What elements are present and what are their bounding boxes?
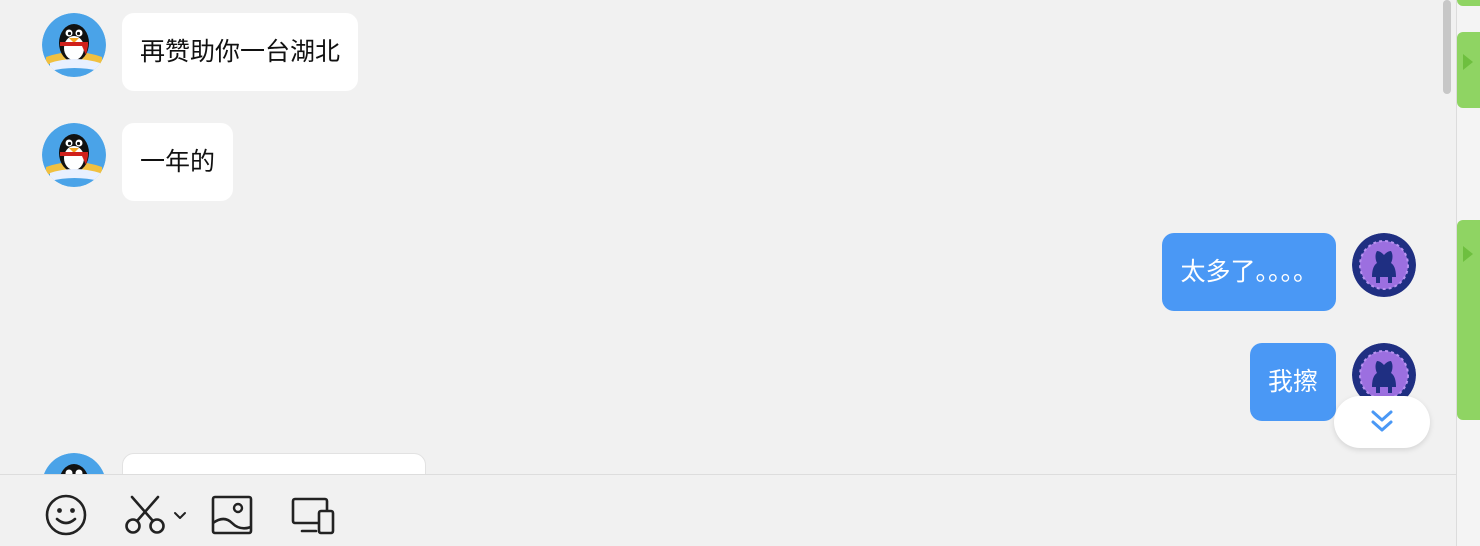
side-panel-edge	[1456, 0, 1480, 546]
expand-arrow-icon	[1463, 246, 1473, 262]
side-tab[interactable]	[1457, 220, 1480, 420]
qq-penguin-avatar[interactable]	[42, 453, 106, 474]
side-tab[interactable]	[1457, 0, 1480, 6]
side-tab[interactable]	[1457, 32, 1480, 108]
message-outgoing: 太多了。。。。	[1162, 233, 1416, 311]
github-octocat-avatar[interactable]	[1352, 233, 1416, 297]
screen-share-button[interactable]	[290, 493, 336, 537]
emoji-button[interactable]	[44, 493, 88, 537]
jump-to-latest-button[interactable]	[1334, 396, 1430, 448]
message-bubble[interactable]: 我擦	[1249, 343, 1336, 421]
devices-icon	[291, 497, 335, 535]
double-chevron-down-icon	[1371, 410, 1393, 432]
qq-penguin-avatar[interactable]	[42, 123, 106, 187]
smiley-icon	[45, 494, 87, 536]
message-incoming: 再赞助你一台湖北	[42, 13, 359, 91]
chat-scrollbar[interactable]	[1438, 0, 1456, 474]
message-bubble[interactable]	[122, 453, 426, 474]
message-incoming: 一年的	[42, 123, 234, 201]
scrollbar-thumb[interactable]	[1443, 0, 1451, 94]
message-list[interactable]: 再赞助你一台湖北 一年的 太多了。。。。 我擦	[0, 0, 1456, 474]
screenshot-button[interactable]	[124, 493, 188, 537]
chat-window: 再赞助你一台湖北 一年的 太多了。。。。 我擦	[0, 0, 1480, 546]
scissors-icon	[125, 495, 165, 534]
image-button[interactable]	[210, 493, 254, 537]
image-icon	[211, 495, 253, 535]
qq-penguin-avatar[interactable]	[42, 13, 106, 77]
expand-arrow-icon	[1463, 54, 1473, 70]
input-toolbar	[0, 474, 1456, 546]
chevron-down-icon[interactable]	[172, 507, 188, 523]
message-bubble[interactable]: 太多了。。。。	[1162, 233, 1336, 311]
message-bubble[interactable]: 一年的	[122, 123, 234, 201]
message-bubble[interactable]: 再赞助你一台湖北	[122, 13, 359, 91]
message-incoming	[42, 453, 426, 474]
